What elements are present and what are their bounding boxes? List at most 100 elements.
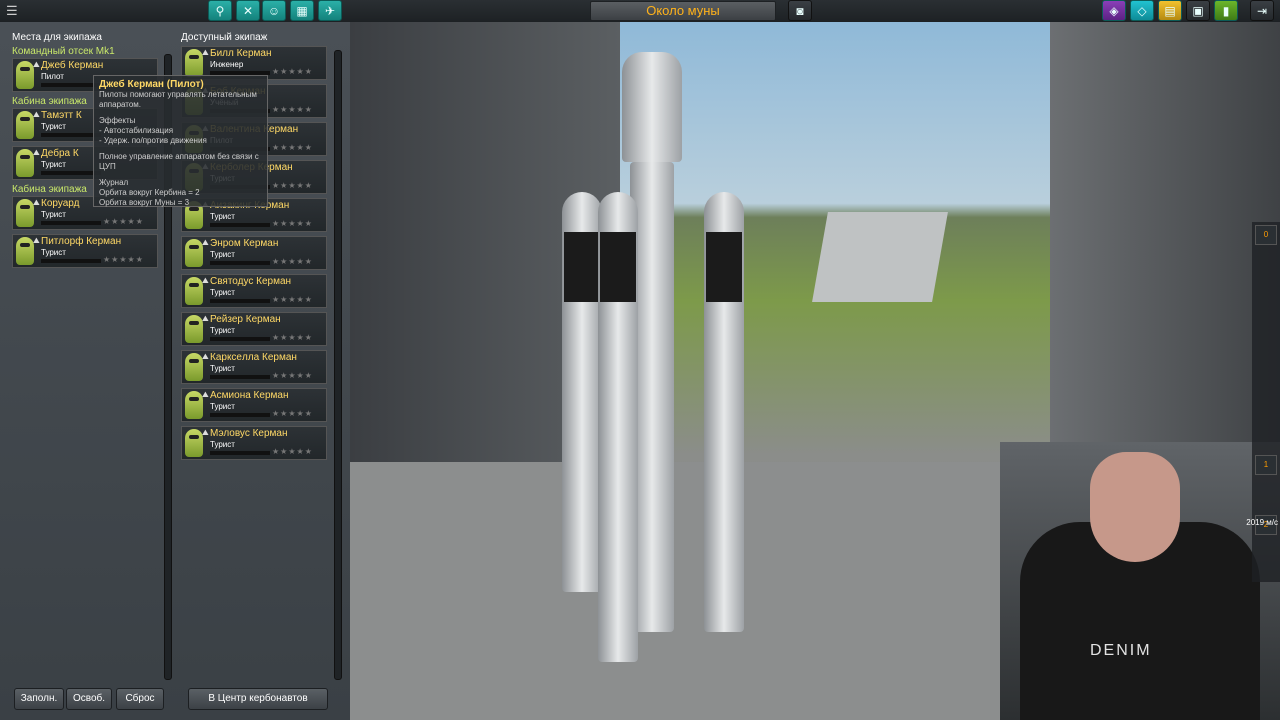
kerbal-emblem-icon: ⛰ bbox=[202, 390, 209, 399]
rating-stars: ★★★★★ bbox=[272, 409, 313, 418]
kerbal-avatar bbox=[185, 239, 203, 267]
stage-0[interactable]: 0 bbox=[1255, 225, 1277, 245]
rating-stars: ★★★★★ bbox=[272, 333, 313, 342]
launch-icon[interactable]: ⚲ bbox=[208, 0, 232, 21]
kerbal-role: Турист bbox=[210, 402, 235, 411]
rating-stars: ★★★★★ bbox=[272, 257, 313, 266]
tooltip-orbit-mun: Орбита вокруг Муны = 3 bbox=[99, 198, 190, 207]
kerbal-role: Турист bbox=[41, 160, 66, 169]
kerbal-avatar bbox=[185, 315, 203, 343]
kerbal-role: Турист bbox=[210, 288, 235, 297]
exit-icon[interactable]: ⇥ bbox=[1250, 0, 1274, 21]
rating-stars: ★★★★★ bbox=[272, 371, 313, 380]
command-pod bbox=[622, 52, 682, 162]
rating-stars: ★★★★★ bbox=[103, 217, 144, 226]
rating-stars: ★★★★★ bbox=[103, 255, 144, 264]
delta-v-readout: 2019 м/с bbox=[1246, 518, 1278, 527]
kerbal-emblem-icon: ⛰ bbox=[202, 314, 209, 323]
mod-purple-icon[interactable]: ◈ bbox=[1102, 0, 1126, 21]
camera-icon[interactable]: ◙ bbox=[788, 0, 812, 21]
kerbal-role: Турист bbox=[41, 210, 66, 219]
available-kerbal-card[interactable]: ⛰ Энром Керман Турист ★★★★★ bbox=[181, 236, 327, 270]
kerbal-name: Билл Керман bbox=[210, 48, 272, 59]
available-kerbal-card[interactable]: ⛰ Асмиона Керман Турист ★★★★★ bbox=[181, 388, 327, 422]
xp-bar bbox=[210, 261, 270, 265]
kerbal-role: Турист bbox=[210, 250, 235, 259]
xp-bar bbox=[41, 221, 101, 225]
rating-stars: ★★★★★ bbox=[272, 143, 313, 152]
kerbal-role: Пилот bbox=[41, 72, 64, 81]
xp-bar bbox=[41, 171, 101, 175]
xp-bar bbox=[41, 83, 101, 87]
tourist-emblem-icon: ⛰ bbox=[33, 236, 40, 245]
available-crew-scrollbar[interactable] bbox=[334, 50, 342, 680]
kerbal-name: Тамэтт К bbox=[41, 110, 82, 121]
tooltip-orbit-kerbin: Орбита вокруг Кербина = 2 bbox=[99, 188, 200, 197]
streamer-webcam: DENIM bbox=[1000, 442, 1280, 720]
tooltip-effect: - Автостабилизация bbox=[99, 126, 174, 135]
stage-1[interactable]: 1 bbox=[1255, 455, 1277, 475]
runway bbox=[812, 212, 948, 302]
astronaut-center-button[interactable]: В Центр кербонавтов bbox=[188, 688, 328, 710]
kerbal-name: Рейзер Керман bbox=[210, 314, 281, 325]
xp-bar bbox=[210, 413, 270, 417]
fill-button[interactable]: Заполн. bbox=[14, 688, 64, 710]
parts-icon[interactable]: ▦ bbox=[290, 0, 314, 21]
kerbal-role: Турист bbox=[210, 364, 235, 373]
reset-button[interactable]: Сброс bbox=[116, 688, 164, 710]
vab-scene[interactable]: DENIM 0 1 2 2019 м/с bbox=[350, 22, 1280, 720]
booster-band bbox=[564, 232, 600, 302]
tooltip-journal: Журнал bbox=[99, 178, 129, 187]
crew-icon[interactable]: ☺ bbox=[262, 0, 286, 21]
kerbal-card[interactable]: ⛰ Питлорф Керман Турист ★★★★★ bbox=[12, 234, 158, 268]
tooltip-full-control: Полное управление аппаратом без связи с … bbox=[99, 152, 259, 171]
available-kerbal-card[interactable]: ⛰ Мэловус Керман Турист ★★★★★ bbox=[181, 426, 327, 460]
available-kerbal-card[interactable]: ⛰ Рейзер Керман Турист ★★★★★ bbox=[181, 312, 327, 346]
kerbal-name: Питлорф Керман bbox=[41, 236, 122, 247]
tooltip-desc: Пилоты помогают управлять летательным ап… bbox=[99, 90, 257, 109]
xp-bar bbox=[210, 337, 270, 341]
kerbal-name: Мэловус Керман bbox=[210, 428, 288, 439]
save-icon[interactable]: ▣ bbox=[1186, 0, 1210, 21]
kerbal-role: Турист bbox=[210, 212, 235, 221]
rating-stars: ★★★★★ bbox=[272, 181, 313, 190]
mod-cyan-icon[interactable]: ◇ bbox=[1130, 0, 1154, 21]
kerbal-role: Инженер bbox=[210, 60, 244, 69]
kerbal-avatar bbox=[16, 61, 34, 89]
kerbal-name: Джеб Керман bbox=[41, 60, 104, 71]
available-kerbal-card[interactable]: ⛰ Святодус Керман Турист ★★★★★ bbox=[181, 274, 327, 308]
kerbal-avatar bbox=[16, 199, 34, 227]
kerbal-avatar bbox=[185, 49, 203, 77]
kerbal-avatar bbox=[185, 353, 203, 381]
kerbal-emblem-icon: ⛰ bbox=[202, 276, 209, 285]
kerbal-name: Коруард bbox=[41, 198, 80, 209]
tourist-emblem-icon: ⛰ bbox=[33, 110, 40, 119]
xp-bar bbox=[210, 223, 270, 227]
kerbal-name: Святодус Керман bbox=[210, 276, 292, 287]
rating-stars: ★★★★★ bbox=[272, 219, 313, 228]
xp-bar bbox=[210, 375, 270, 379]
folder-icon[interactable]: ▤ bbox=[1158, 0, 1182, 21]
tools-icon[interactable]: ✕ bbox=[236, 0, 260, 21]
kerbal-role: Турист bbox=[41, 122, 66, 131]
kerbal-role: Турист bbox=[210, 440, 235, 449]
kerbal-name: Энром Керман bbox=[210, 238, 279, 249]
clear-button[interactable]: Освоб. bbox=[66, 688, 112, 710]
xp-bar bbox=[210, 299, 270, 303]
kerbal-avatar bbox=[185, 277, 203, 305]
tourist-emblem-icon: ⛰ bbox=[33, 148, 40, 157]
menu-icon[interactable]: ☰ bbox=[6, 3, 18, 19]
stats-icon[interactable]: ▮ bbox=[1214, 0, 1238, 21]
staging-panel: 0 1 2 bbox=[1252, 222, 1280, 582]
kerbal-role: Турист bbox=[41, 248, 66, 257]
kerbal-avatar bbox=[185, 391, 203, 419]
pilot-emblem-icon: ⛰ bbox=[33, 60, 40, 69]
xp-bar bbox=[41, 133, 101, 137]
plane-icon[interactable]: ✈ bbox=[318, 0, 342, 21]
rating-stars: ★★★★★ bbox=[272, 447, 313, 456]
rating-stars: ★★★★★ bbox=[272, 67, 313, 76]
available-kerbal-card[interactable]: ⛰ Карксeлла Керман Турист ★★★★★ bbox=[181, 350, 327, 384]
crew-seats-header: Места для экипажа bbox=[12, 32, 102, 43]
kerbal-name: Карксeлла Керман bbox=[210, 352, 297, 363]
booster-band bbox=[706, 232, 742, 302]
